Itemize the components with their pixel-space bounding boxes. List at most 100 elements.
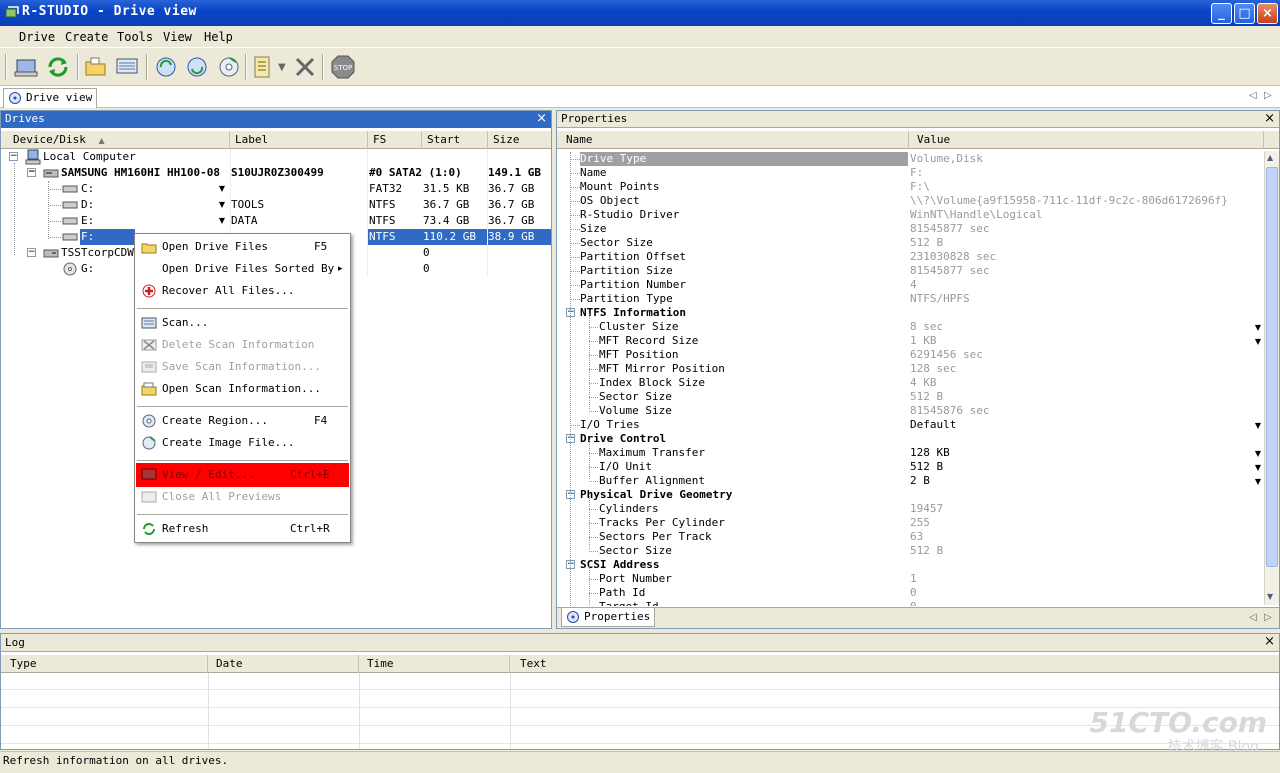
- menu-item-close-all-previews[interactable]: Close All Previews: [136, 486, 349, 508]
- property-row[interactable]: Partition Offset 231030828 sec: [557, 250, 1263, 264]
- property-row[interactable]: Buffer Alignment 2 B ▼: [557, 474, 1263, 488]
- menu-item-open-drive-files[interactable]: Open Drive Files F5: [136, 236, 349, 258]
- property-row[interactable]: OS Object \\?\Volume{a9f15958-711c-11df-9…: [557, 194, 1263, 208]
- property-row[interactable]: Mount Points F:\: [557, 180, 1263, 194]
- dropdown-arrow-icon[interactable]: ▼: [1255, 461, 1261, 475]
- drives-pane-close-icon[interactable]: ×: [536, 111, 547, 127]
- property-row[interactable]: Name F:: [557, 166, 1263, 180]
- property-row[interactable]: Drive Type Volume,Disk: [557, 152, 1263, 166]
- collapse-icon[interactable]: −: [27, 248, 36, 257]
- tab-properties[interactable]: Properties: [561, 608, 656, 627]
- menu-drive[interactable]: Drive: [19, 30, 55, 44]
- open-files-icon[interactable]: [83, 54, 109, 80]
- menu-item-open-scan-information[interactable]: Open Scan Information...: [136, 378, 349, 400]
- disk-image-icon[interactable]: [216, 54, 242, 80]
- menu-item-view-edit[interactable]: View / Edit... Ctrl+E: [136, 463, 349, 487]
- dropdown-arrow-icon[interactable]: ▼: [217, 215, 227, 227]
- property-row[interactable]: Sector Size 512 B: [557, 236, 1263, 250]
- stop-icon[interactable]: STOP: [330, 54, 356, 80]
- menu-item-open-drive-files-sorted-by[interactable]: Open Drive Files Sorted By ▸: [136, 258, 349, 280]
- property-row[interactable]: Maximum Transfer 128 KB ▼: [557, 446, 1263, 460]
- property-row[interactable]: − Physical Drive Geometry: [557, 488, 1263, 502]
- tree-row-partition-c[interactable]: C: ▼ FAT32 31.5 KB 36.7 GB: [1, 181, 551, 197]
- tab-drive-view[interactable]: Drive view: [3, 88, 98, 108]
- property-row[interactable]: − NTFS Information: [557, 306, 1263, 320]
- tab-scroll-right-icon[interactable]: ▷: [1264, 90, 1272, 101]
- property-row[interactable]: Partition Size 81545877 sec: [557, 264, 1263, 278]
- property-row[interactable]: Port Number 1: [557, 572, 1263, 586]
- tree-row-disk-samsung[interactable]: − SAMSUNG HM160HI HH100-08 S10UJR0Z30049…: [1, 165, 551, 181]
- menu-item-refresh[interactable]: Refresh Ctrl+R: [136, 518, 349, 540]
- property-row[interactable]: Sectors Per Track 63: [557, 530, 1263, 544]
- menu-item-delete-scan-information[interactable]: Delete Scan Information: [136, 334, 349, 356]
- property-row[interactable]: I/O Unit 512 B ▼: [557, 460, 1263, 474]
- save-scan-icon[interactable]: [184, 54, 210, 80]
- property-row[interactable]: Target Id 0: [557, 600, 1263, 606]
- scan-icon[interactable]: [114, 54, 140, 80]
- dropdown-arrow-icon[interactable]: ▼: [1255, 419, 1261, 433]
- column-type[interactable]: Type: [5, 655, 208, 673]
- column-value[interactable]: Value: [909, 131, 1264, 149]
- column-date[interactable]: Date: [208, 655, 359, 673]
- property-row[interactable]: Sector Size 512 B: [557, 390, 1263, 404]
- column-device-disk[interactable]: Device/Disk ▲: [8, 131, 230, 149]
- property-row[interactable]: Cluster Size 8 sec ▼: [557, 320, 1263, 334]
- menu-item-create-region[interactable]: Create Region... F4: [136, 410, 349, 432]
- property-row[interactable]: MFT Position 6291456 sec: [557, 348, 1263, 362]
- property-row[interactable]: Path Id 0: [557, 586, 1263, 600]
- column-start[interactable]: Start: [422, 131, 488, 149]
- properties-icon[interactable]: [250, 54, 276, 80]
- property-row[interactable]: Volume Size 81545876 sec: [557, 404, 1263, 418]
- menu-item-scan[interactable]: Scan...: [136, 312, 349, 334]
- collapse-icon[interactable]: −: [27, 168, 36, 177]
- minimize-button[interactable]: _: [1211, 3, 1232, 24]
- property-row[interactable]: Cylinders 19457: [557, 502, 1263, 516]
- dropdown-arrow-icon[interactable]: ▼: [217, 199, 227, 211]
- collapse-icon[interactable]: −: [9, 152, 18, 161]
- menu-item-create-image-file[interactable]: Create Image File...: [136, 432, 349, 454]
- property-row[interactable]: I/O Tries Default ▼: [557, 418, 1263, 432]
- log-pane-close-icon[interactable]: ×: [1264, 634, 1275, 650]
- property-row[interactable]: R-Studio Driver WinNT\Handle\Logical: [557, 208, 1263, 222]
- properties-pane-close-icon[interactable]: ×: [1264, 111, 1275, 127]
- tab-scroll-left-icon[interactable]: ◁: [1249, 90, 1257, 101]
- property-row[interactable]: Tracks Per Cylinder 255: [557, 516, 1263, 530]
- dropdown-arrow-icon[interactable]: ▼: [1255, 321, 1261, 335]
- tree-row-partition-d[interactable]: D: ▼ TOOLS NTFS 36.7 GB 36.7 GB: [1, 197, 551, 213]
- property-row[interactable]: MFT Record Size 1 KB ▼: [557, 334, 1263, 348]
- dropdown-arrow-icon[interactable]: ▼: [217, 183, 227, 195]
- property-row[interactable]: − Drive Control: [557, 432, 1263, 446]
- menu-item-save-scan-information[interactable]: Save Scan Information...: [136, 356, 349, 378]
- column-size[interactable]: Size: [488, 131, 551, 149]
- tree-row-partition-e[interactable]: E: ▼ DATA NTFS 73.4 GB 36.7 GB: [1, 213, 551, 229]
- column-name[interactable]: Name: [561, 131, 909, 149]
- dropdown-arrow-icon[interactable]: ▼: [1255, 475, 1261, 489]
- scroll-up-icon[interactable]: ▲: [1267, 153, 1273, 162]
- menu-help[interactable]: Help: [204, 30, 233, 44]
- column-fs[interactable]: FS: [368, 131, 422, 149]
- property-row[interactable]: Sector Size 512 B: [557, 544, 1263, 558]
- tree-row-local-computer[interactable]: − Local Computer: [1, 149, 551, 165]
- menu-tools[interactable]: Tools: [117, 30, 153, 44]
- open-scan-icon[interactable]: [153, 54, 179, 80]
- property-row[interactable]: Index Block Size 4 KB: [557, 376, 1263, 390]
- dropdown-arrow-icon[interactable]: ▼: [1255, 335, 1261, 349]
- dropdown-arrow-icon[interactable]: ▼: [278, 62, 286, 73]
- scroll-down-icon[interactable]: ▼: [1267, 592, 1273, 601]
- tab-scroll-right-icon[interactable]: ▷: [1264, 612, 1272, 623]
- menu-item-recover-all-files[interactable]: Recover All Files...: [136, 280, 349, 302]
- menu-create[interactable]: Create: [65, 30, 108, 44]
- property-row[interactable]: Partition Number 4: [557, 278, 1263, 292]
- property-row[interactable]: Partition Type NTFS/HPFS: [557, 292, 1263, 306]
- refresh-icon[interactable]: [45, 54, 71, 80]
- title-bar[interactable]: R-STUDIO - Drive view _ □ ×: [0, 0, 1280, 26]
- tools-icon[interactable]: [292, 54, 318, 80]
- properties-scrollbar[interactable]: ▲ ▼: [1264, 151, 1279, 605]
- dropdown-arrow-icon[interactable]: ▼: [1255, 447, 1261, 461]
- column-label[interactable]: Label: [230, 131, 368, 149]
- property-row[interactable]: Size 81545877 sec: [557, 222, 1263, 236]
- scrollbar-thumb[interactable]: [1266, 167, 1278, 567]
- connect-remote-icon[interactable]: [13, 54, 39, 80]
- column-time[interactable]: Time: [359, 655, 510, 673]
- close-button[interactable]: ×: [1257, 3, 1278, 24]
